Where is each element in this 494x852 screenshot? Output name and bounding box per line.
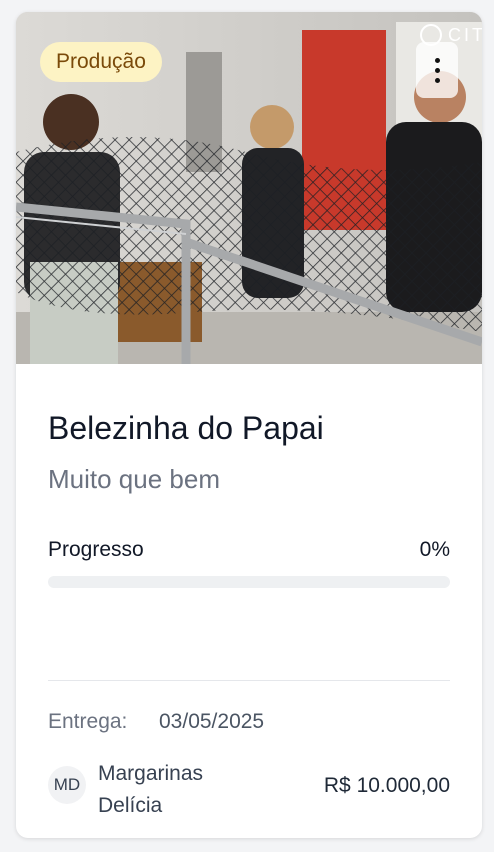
more-vertical-icon-dot <box>434 67 440 73</box>
delivery-label: Entrega: <box>48 710 128 733</box>
project-value: R$ 10.000,00 <box>323 774 450 797</box>
project-title: Belezinha do Papai <box>48 410 324 446</box>
more-options-button[interactable] <box>416 42 458 98</box>
progress-bar <box>48 576 450 588</box>
more-vertical-icon-dot <box>434 77 440 83</box>
more-vertical-icon <box>434 57 440 63</box>
divider <box>48 680 450 681</box>
project-card[interactable]: Produção CIT Belezinha do Papai Muito qu… <box>16 12 482 838</box>
owner-name: Margarinas Delícia <box>98 758 203 822</box>
delivery-date: 03/05/2025 <box>159 710 265 733</box>
progress-value: 0% <box>419 538 450 561</box>
progress-label: Progresso <box>48 538 144 561</box>
status-badge: Produção <box>40 42 162 82</box>
avatar: MD <box>48 766 86 804</box>
project-cover-image: Produção CIT <box>16 12 482 364</box>
owner-name-line2: Delícia <box>98 794 163 817</box>
project-subtitle: Muito que bem <box>48 464 220 494</box>
owner-name-line1: Margarinas <box>98 762 204 785</box>
